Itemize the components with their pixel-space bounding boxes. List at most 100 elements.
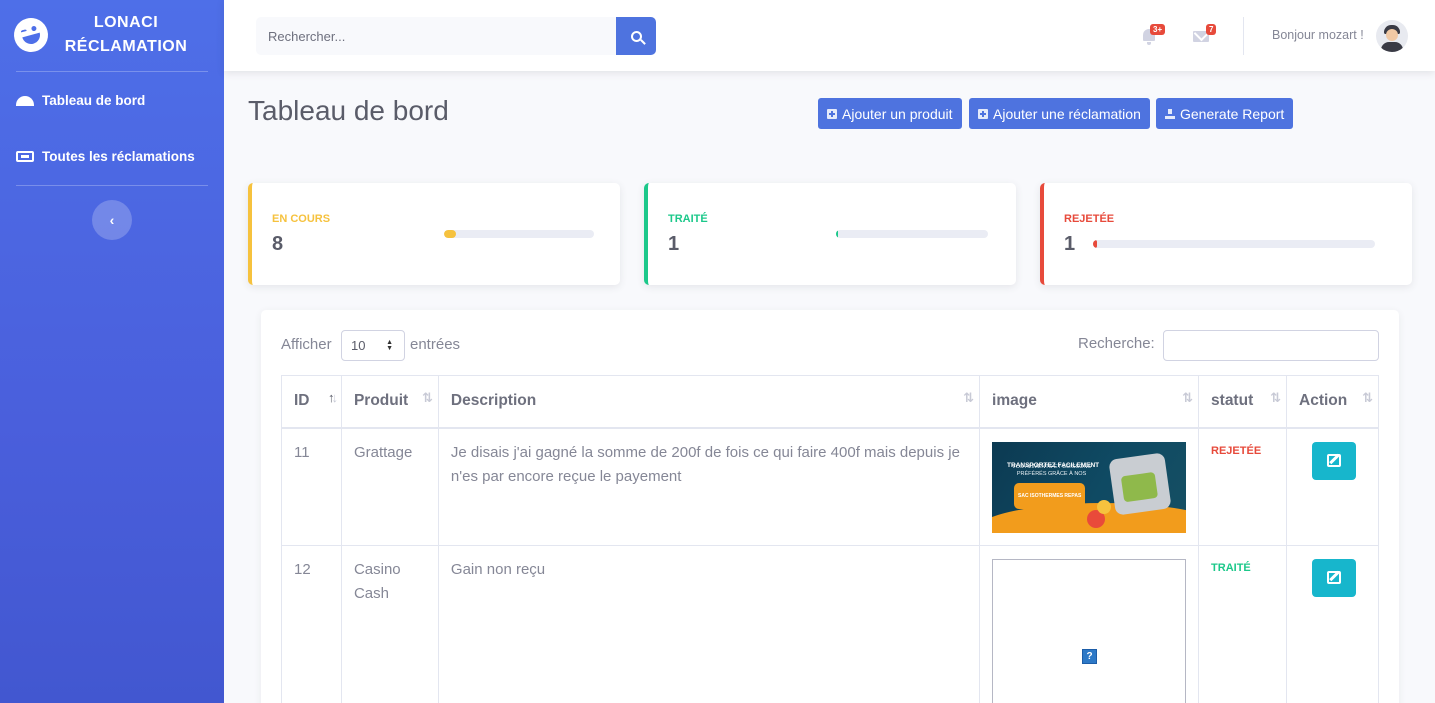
cell-product: Grattage [340, 427, 439, 546]
messages-badge: 7 [1206, 24, 1217, 35]
generate-report-button[interactable]: Generate Report [1156, 98, 1294, 129]
column-header-id[interactable]: ID ↑↓ [281, 375, 342, 429]
cell-product: Casino Cash [340, 544, 439, 703]
plus-square-icon [827, 108, 837, 119]
search-form [256, 17, 656, 55]
search-button[interactable] [616, 17, 656, 55]
sort-icon: ⇅ [963, 390, 974, 405]
entries-per-page-select[interactable]: 10 ▲ ▼ [341, 330, 405, 361]
sidebar-item-dashboard[interactable]: Tableau de bord [0, 72, 224, 128]
column-header-statut[interactable]: statut ⇅ [1198, 375, 1287, 429]
search-icon [630, 30, 642, 42]
add-claim-label: Ajouter une réclamation [993, 105, 1141, 122]
column-header-action[interactable]: Action ⇅ [1286, 375, 1379, 429]
page-title: Tableau de bord [248, 95, 449, 126]
sort-icon: ⇅ [1362, 390, 1373, 405]
column-header-label: Description [450, 392, 537, 409]
alerts-badge: 3+ [1150, 24, 1166, 35]
column-header-description[interactable]: Description ⇅ [437, 375, 981, 429]
user-greeting[interactable]: Bonjour mozart ! [1272, 28, 1364, 42]
stat-value: 8 [272, 233, 284, 255]
column-header-label: Produit [353, 392, 409, 409]
edit-icon [1327, 571, 1341, 584]
cell-status: REJETÉE [1198, 427, 1287, 546]
brand[interactable]: LONACI RÉCLAMATION [0, 0, 224, 70]
tachometer-icon [16, 96, 34, 106]
cell-status: TRAITÉ [1198, 544, 1287, 703]
column-header-image[interactable]: image ⇅ [979, 375, 1200, 429]
sort-icon: ⇅ [422, 390, 433, 405]
messages-dropdown[interactable]: 7 [1192, 24, 1217, 46]
cooler-bag-image [1108, 451, 1172, 516]
cell-image: TRANSPORTEZ FACILEMENT VOS ALIMENTS ET B… [979, 427, 1200, 546]
sidebar-toggle-button[interactable]: ‹ [92, 200, 132, 240]
add-product-button[interactable]: Ajouter un produit [818, 98, 962, 129]
plus-square-icon [978, 108, 988, 119]
table-header-row: ID ↑↓ Produit ⇅ Description ⇅ image ⇅ statut… [281, 375, 1379, 429]
column-header-label: statut [1211, 392, 1254, 409]
entries-per-page-value: 10 [351, 338, 366, 353]
topbar: 3+ 7 Bonjour mozart ! [224, 0, 1435, 71]
sidebar-item-label: Toutes les réclamations [42, 148, 195, 164]
sidebar-item-label: Tableau de bord [42, 92, 146, 108]
claim-image: TRANSPORTEZ FACILEMENT VOS ALIMENTS ET B… [992, 441, 1187, 533]
chevron-left-icon: ‹ [109, 212, 115, 228]
stat-label: REJETÉE [1064, 213, 1115, 225]
column-header-label: Action [1299, 392, 1348, 409]
cell-image: ? [979, 544, 1200, 703]
banner-subline-2: PRÉFÉRÉS GRÂCE À NOS [1016, 470, 1087, 477]
column-header-label: image [992, 392, 1037, 409]
stat-progress-fill [444, 230, 456, 238]
brand-name: LONACI RÉCLAMATION [48, 11, 224, 59]
stat-value: 1 [1064, 233, 1076, 255]
select-arrows-icon: ▲ ▼ [386, 339, 393, 352]
search-input[interactable] [256, 17, 616, 55]
cell-action [1286, 544, 1379, 703]
sort-icon: ⇅ [1270, 390, 1281, 405]
stat-value: 1 [668, 233, 680, 255]
table-row: 11 Grattage Je disais j'ai gagné la somm… [281, 427, 1379, 546]
alerts-dropdown[interactable]: 3+ [1140, 24, 1166, 46]
stat-progress [836, 230, 988, 238]
topbar-divider [1243, 17, 1244, 55]
cell-description: Je disais j'ai gagné la somme de 200f de… [437, 427, 981, 546]
stat-progress [444, 230, 594, 238]
table-search-label: Recherche: [1078, 335, 1155, 352]
table-search-input[interactable] [1163, 330, 1379, 361]
table-row: 12 Casino Cash Gain non reçu ? TRAITÉ [281, 544, 1379, 703]
stat-progress-fill [1093, 240, 1097, 248]
sort-icon: ⇅ [1182, 390, 1193, 405]
column-header-label: ID [294, 392, 310, 409]
add-product-label: Ajouter un produit [842, 105, 953, 122]
brand-line-2: RÉCLAMATION [64, 38, 188, 55]
broken-image: ? [992, 558, 1187, 703]
length-prefix: Afficher [281, 336, 332, 353]
laugh-wink-icon [10, 14, 52, 56]
cell-id: 11 [281, 427, 342, 546]
add-claim-button[interactable]: Ajouter une réclamation [969, 98, 1150, 129]
download-icon [1165, 108, 1175, 119]
claims-table-card: Afficher 10 ▲ ▼ entrées Recherche: ID ↑↓ P… [261, 310, 1399, 703]
status-badge: TRAITÉ [1211, 561, 1251, 574]
generate-report-label: Generate Report [1180, 105, 1285, 122]
stat-progress [1093, 240, 1375, 248]
edit-button[interactable] [1312, 558, 1356, 597]
banner-subline: VOS ALIMENTS ET BOISSONS PRÉFÉRÉS GRÂCE … [1012, 464, 1091, 478]
user-avatar[interactable] [1376, 20, 1408, 52]
stat-card-traite: TRAITÉ 1 [644, 183, 1016, 285]
brand-line-1: LONACI [93, 14, 159, 31]
sidebar: LONACI RÉCLAMATION Tableau de bord Toute… [0, 0, 224, 703]
column-header-produit[interactable]: Produit ⇅ [340, 375, 439, 429]
stat-label: TRAITÉ [668, 213, 708, 225]
sidebar-item-all-claims[interactable]: Toutes les réclamations [0, 128, 224, 184]
status-badge: REJETÉE [1211, 444, 1262, 457]
stat-card-rejetee: REJETÉE 1 [1040, 183, 1412, 285]
stat-progress-fill [836, 230, 838, 238]
sort-asc-icon: ↑↓ [327, 390, 338, 405]
banner-tag: SAC ISOTHERMES REPAS [1014, 482, 1086, 509]
edit-button[interactable] [1312, 441, 1356, 480]
banner-subline-1: VOS ALIMENTS ET BOISSONS [1012, 463, 1092, 470]
length-suffix: entrées [410, 336, 461, 353]
broken-image-icon: ? [1082, 648, 1098, 664]
cell-description: Gain non reçu [437, 544, 981, 703]
